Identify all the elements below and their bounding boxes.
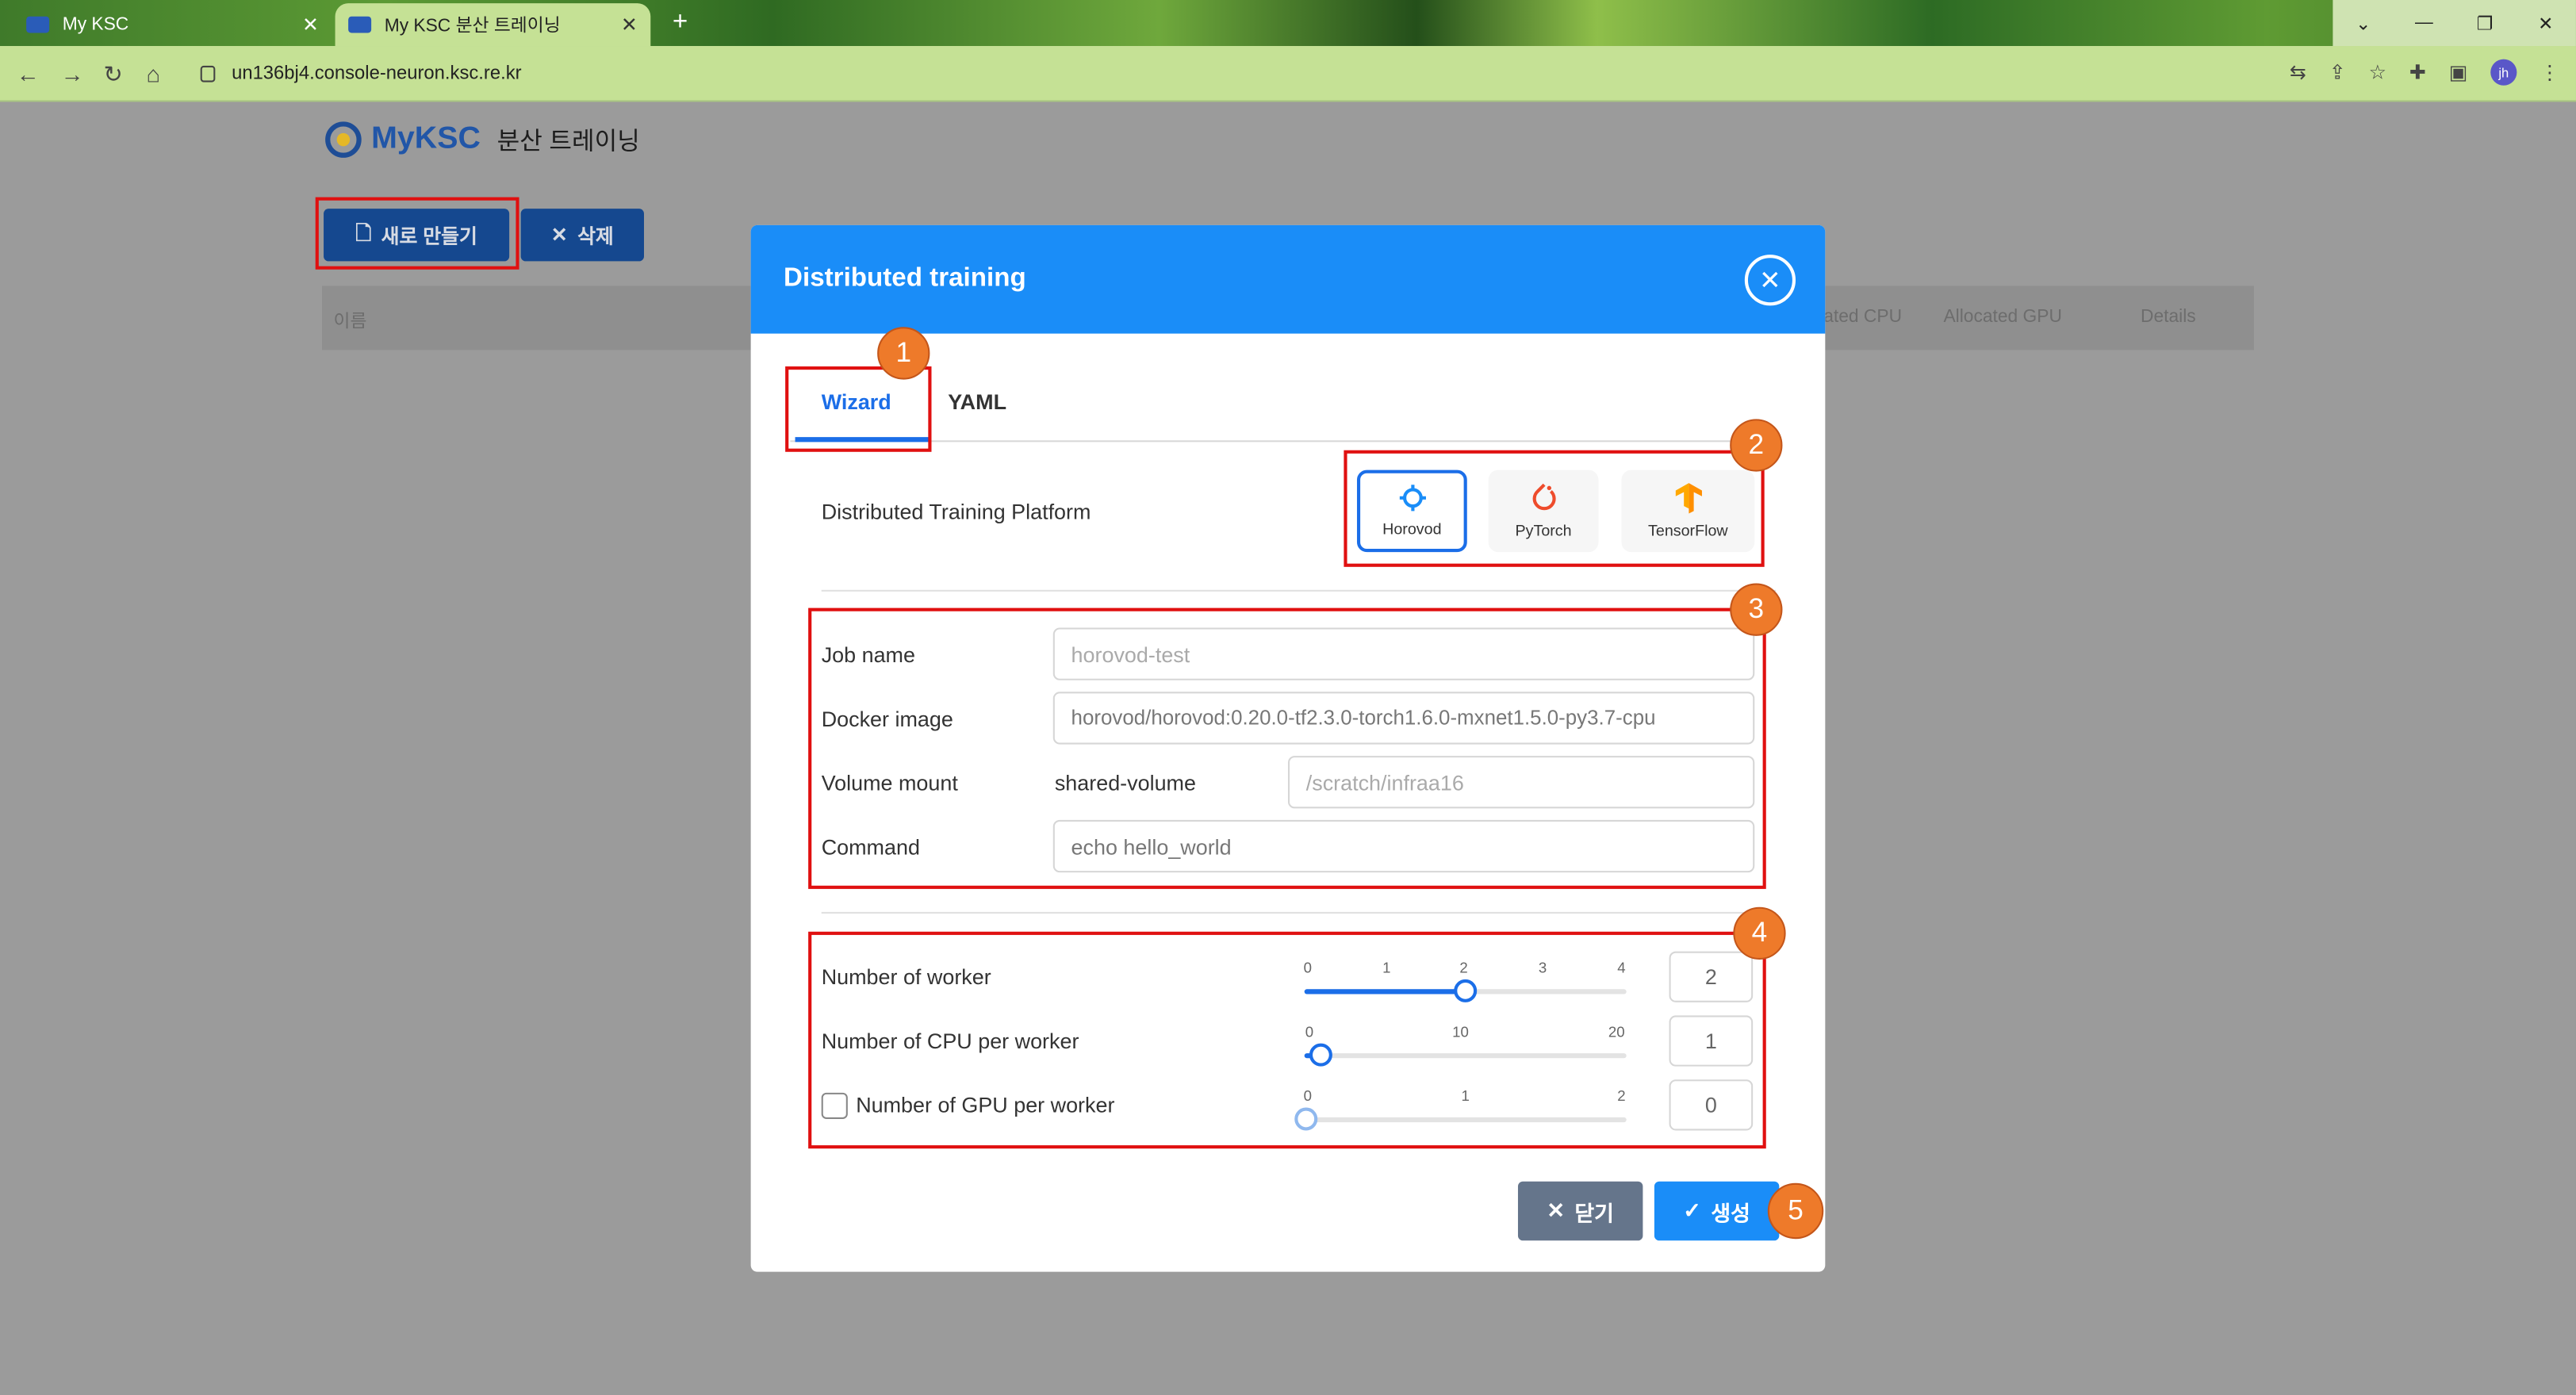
close-button[interactable]: ✕ 닫기	[1517, 1181, 1643, 1241]
column-header: ated CPU	[1823, 307, 1903, 328]
column-header: 이름	[333, 312, 367, 332]
tab-title: My KSC	[62, 14, 129, 35]
bookmark-star-icon[interactable]: ☆	[2369, 61, 2386, 84]
close-x-icon: ✕	[550, 223, 568, 247]
platform-label: Distributed Training Platform	[821, 499, 1091, 524]
highlight-new-button	[315, 197, 519, 270]
section-divider	[821, 911, 1777, 914]
annotation-badge: 4	[1733, 906, 1786, 960]
screenshot-frame: My KSC ✕ My KSC 분산 트레이닝 ✕ + ⌄ — ❐ ✕ ← → …	[0, 0, 2576, 1395]
create-button[interactable]: ✓ 생성	[1654, 1181, 1780, 1241]
delete-button-label: 삭제	[577, 224, 614, 247]
lock-icon	[200, 65, 216, 82]
highlight-fields	[808, 607, 1766, 889]
reload-icon[interactable]: ↻	[103, 61, 122, 89]
close-button-label: 닫기	[1574, 1200, 1614, 1225]
highlight-platforms	[1344, 450, 1765, 567]
section-divider	[821, 589, 1777, 592]
profile-avatar[interactable]: jh	[2490, 59, 2517, 86]
create-button-label: 생성	[1711, 1200, 1750, 1225]
extensions-icon[interactable]: ✚	[2409, 61, 2426, 84]
window-controls: ⌄ — ❐ ✕	[2333, 0, 2576, 47]
column-header: Allocated GPU	[1943, 307, 2062, 328]
close-window-icon[interactable]: ✕	[2515, 0, 2576, 46]
delete-button[interactable]: ✕ 삭제	[520, 209, 644, 262]
highlight-sliders	[808, 931, 1766, 1149]
modal-close-icon[interactable]: ✕	[1744, 255, 1796, 306]
close-tab-icon[interactable]: ✕	[302, 13, 319, 36]
tab-title: My KSC 분산 트레이닝	[384, 16, 561, 36]
page-title: 분산 트레이닝	[496, 127, 640, 155]
browser-tab[interactable]: My KSC ✕	[13, 3, 332, 46]
forward-icon[interactable]: →	[61, 61, 84, 87]
modal-title: Distributed training	[784, 264, 1026, 293]
ksc-logo-icon	[325, 121, 362, 158]
highlight-wizard-tab	[785, 366, 932, 452]
browser-tab-active[interactable]: My KSC 분산 트레이닝 ✕	[335, 3, 651, 47]
new-tab-button[interactable]: +	[664, 8, 696, 37]
tab-yaml[interactable]: YAML	[948, 389, 1006, 414]
browser-tab-strip: My KSC ✕ My KSC 분산 트레이닝 ✕ + ⌄ — ❐ ✕	[0, 0, 2576, 47]
annotation-badge: 3	[1730, 583, 1783, 636]
share-icon[interactable]: ⇪	[2329, 61, 2346, 84]
check-icon: ✓	[1683, 1198, 1701, 1223]
tab-search-icon[interactable]: ⌄	[2333, 0, 2394, 46]
column-header: Details	[2141, 307, 2196, 328]
home-icon[interactable]: ⌂	[146, 61, 160, 87]
url-text: un136bj4.console-neuron.ksc.re.kr	[232, 63, 522, 84]
menu-kebab-icon[interactable]: ⋮	[2540, 61, 2559, 84]
close-x-icon: ✕	[1547, 1198, 1565, 1223]
annotation-badge: 5	[1767, 1182, 1824, 1240]
modal-tabs: Wizard YAML	[790, 365, 1777, 443]
sidepanel-icon[interactable]: ▣	[2449, 61, 2467, 84]
url-field[interactable]: un136bj4.console-neuron.ksc.re.kr	[187, 52, 2566, 95]
annotation-badge: 2	[1730, 419, 1783, 472]
favicon-icon	[348, 16, 372, 33]
annotation-badge: 1	[877, 327, 930, 380]
back-icon[interactable]: ←	[17, 61, 40, 87]
close-tab-icon[interactable]: ✕	[621, 13, 638, 36]
minimize-icon[interactable]: —	[2394, 0, 2455, 46]
brand-name: MyKSC	[371, 121, 481, 156]
distributed-training-modal: Distributed training ✕ Wizard YAML 1 Dis…	[750, 224, 1826, 1272]
address-bar-row: ← → ↻ ⌂ un136bj4.console-neuron.ksc.re.k…	[0, 46, 2576, 102]
translate-icon[interactable]: ⇆	[2290, 61, 2306, 84]
restore-icon[interactable]: ❐	[2455, 0, 2516, 46]
modal-header: Distributed training ✕	[750, 224, 1826, 334]
browser-actions: ⇆ ⇪ ☆ ✚ ▣ jh ⋮	[2290, 59, 2559, 86]
favicon-icon	[26, 16, 50, 33]
app-logo: MyKSC 분산 트레이닝	[325, 121, 640, 158]
